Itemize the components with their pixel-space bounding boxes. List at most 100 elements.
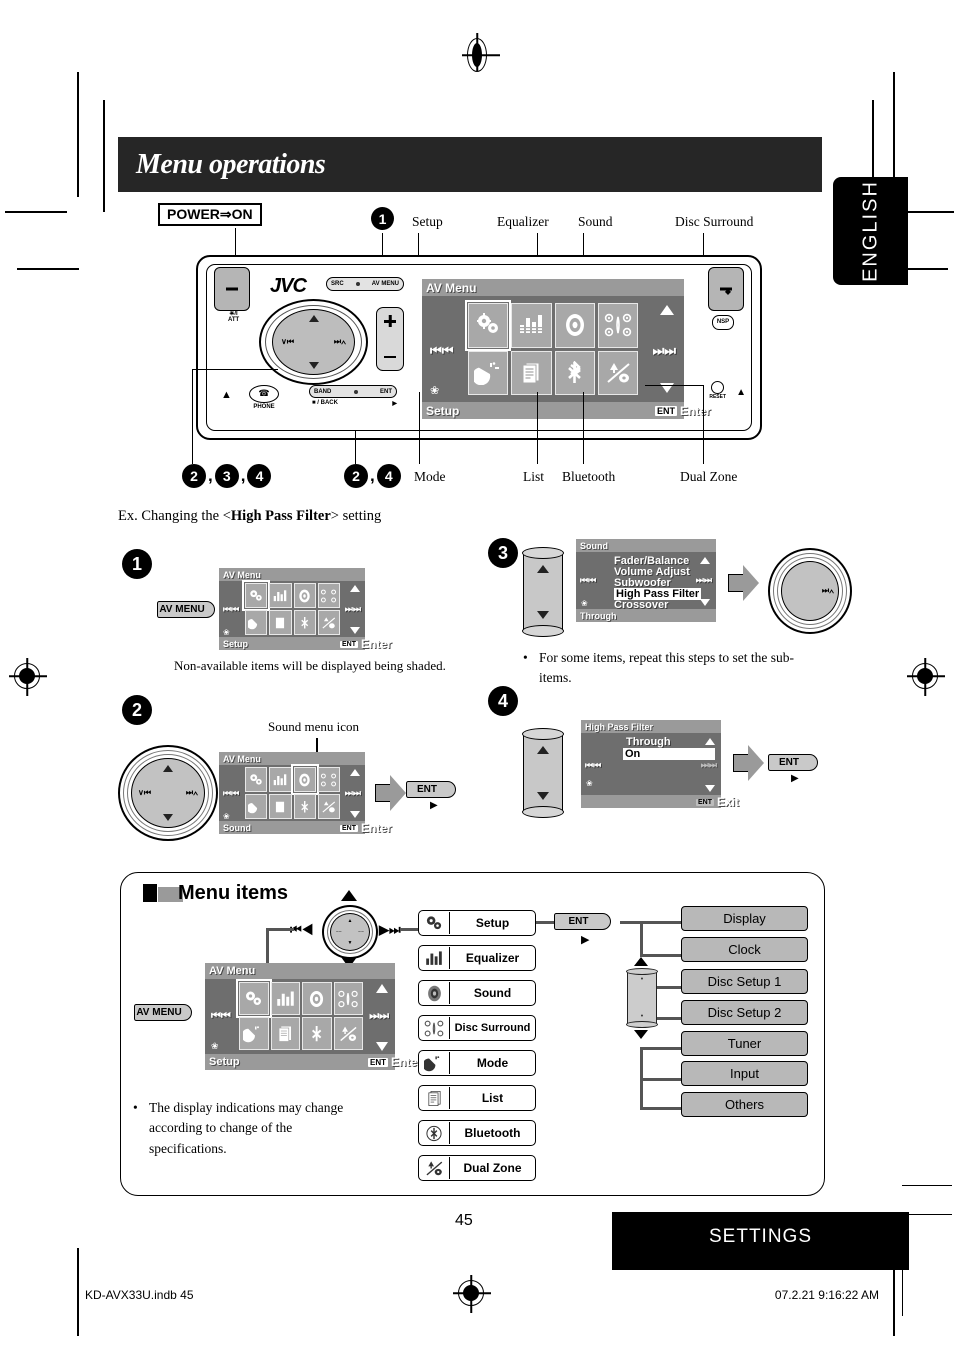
- src-avmenu-button[interactable]: SRC AV MENU: [326, 277, 404, 291]
- step2-ent-label: ENT: [417, 784, 437, 795]
- step1-icon-mode[interactable]: [245, 610, 268, 635]
- step4-ent-label: ENT: [779, 757, 799, 768]
- mi-icon-bluetooth[interactable]: [302, 1017, 332, 1050]
- step2-icon-equalizer[interactable]: [269, 767, 292, 792]
- menu-item-mode[interactable]: Mode: [418, 1050, 536, 1076]
- step4-item-1-selected[interactable]: On: [623, 748, 715, 760]
- mi-icon-sound[interactable]: [302, 982, 332, 1015]
- mi-icon-mode[interactable]: [239, 1017, 269, 1050]
- step3-cylinder-control[interactable]: [522, 547, 564, 637]
- menu-icon-disc-surround[interactable]: [597, 303, 638, 348]
- step2-icon-dual-zone[interactable]: [317, 794, 340, 819]
- submenu-input[interactable]: Input: [681, 1061, 808, 1086]
- step2-icon-bluetooth[interactable]: [293, 794, 316, 819]
- mi-icon-dual-zone[interactable]: [333, 1017, 363, 1050]
- submenu-disc-setup-2[interactable]: Disc Setup 2: [681, 1000, 808, 1025]
- rotary-knob[interactable]: ∨⏮ ⏭∧: [259, 299, 368, 385]
- up-nav-icon: [660, 305, 674, 315]
- volume-rocker[interactable]: [376, 307, 404, 371]
- menu-item-disc-surround[interactable]: Disc Surround: [418, 1015, 536, 1041]
- menu-icon-sound[interactable]: [554, 303, 595, 348]
- step2-ent-button[interactable]: ENT: [406, 781, 456, 798]
- step4-item-0[interactable]: Through: [626, 736, 671, 748]
- menu-item-dual-zone[interactable]: Dual Zone: [418, 1155, 536, 1181]
- mi-icon-disc-surround[interactable]: [333, 982, 363, 1015]
- menu-item-sound[interactable]: Sound: [418, 980, 536, 1006]
- mi-prev-icon: ⏮⏮: [211, 1010, 231, 1022]
- phone-button[interactable]: ☎ PHONE: [249, 385, 279, 410]
- step2-rotary-knob[interactable]: ∨⏮ ⏭∧: [118, 745, 218, 841]
- submenu-scroll-control[interactable]: • •: [626, 968, 658, 1028]
- menu-icon-setup[interactable]: [464, 300, 512, 351]
- bluetooth-indicator-icon: ❀: [430, 385, 440, 397]
- submenu-clock[interactable]: Clock: [681, 937, 808, 962]
- step-1-number: 1: [122, 549, 152, 579]
- menu-items-knob[interactable]: ▲ ▼ −− −−: [322, 905, 378, 959]
- leader-line-knob-v: [192, 369, 193, 464]
- connector-others: [640, 1107, 682, 1110]
- step-4-number: 4: [488, 686, 518, 716]
- submenu-disc-setup-1[interactable]: Disc Setup 1: [681, 969, 808, 994]
- step4-up-icon: [705, 738, 715, 745]
- step3-item-4[interactable]: Crossover: [614, 599, 668, 611]
- step1-icon-sound[interactable]: [293, 583, 316, 608]
- menu-icon-dual-zone[interactable]: [597, 350, 638, 395]
- mi-icon-list[interactable]: [270, 1017, 300, 1050]
- menu-items-avmenu-button[interactable]: AV MENU: [134, 1004, 192, 1021]
- nsp-button[interactable]: NSP: [712, 315, 734, 330]
- ent-label: ENT: [380, 388, 392, 395]
- menu-item-list[interactable]: List: [418, 1085, 536, 1111]
- connector-knob-to-screen-h: [266, 928, 294, 931]
- reset-button[interactable]: RESET: [709, 381, 726, 400]
- step1-icon-equalizer[interactable]: [269, 583, 292, 608]
- mode-icon: [419, 1052, 450, 1074]
- menu-icon-mode[interactable]: [468, 350, 509, 395]
- step4-down-arrow: [537, 792, 549, 800]
- mi-icon-setup[interactable]: [236, 979, 272, 1018]
- menu-icon-list[interactable]: [511, 350, 552, 395]
- power-on-label: POWER⇒ON: [158, 203, 262, 226]
- step3-rotary-knob[interactable]: ⏭∧: [768, 548, 852, 634]
- step2-icon-mode[interactable]: [245, 794, 268, 819]
- menu-item-bluetooth[interactable]: Bluetooth: [418, 1120, 536, 1146]
- menu-item-equalizer[interactable]: Equalizer: [418, 945, 536, 971]
- step4-prev-icon: ⏮⏮: [585, 760, 602, 770]
- leader-line-mode: [419, 392, 420, 464]
- step1-bt-icon: ❀: [223, 628, 230, 637]
- step1-icon-setup[interactable]: [241, 580, 271, 611]
- callout-markers-group-b: 2 , 4: [344, 464, 401, 488]
- menu-items-ent-button[interactable]: ENT: [554, 913, 611, 930]
- step4-bt-icon: ❀: [586, 779, 593, 788]
- eject-icon[interactable]: ▲: [221, 389, 232, 401]
- connector-disc1: [656, 986, 682, 989]
- play-glyph: ▶: [392, 401, 397, 407]
- band-ent-button[interactable]: BAND ENT: [309, 385, 397, 398]
- step2-icon-setup[interactable]: [245, 767, 268, 792]
- knob-right-dots: −−: [358, 929, 364, 935]
- step1-icon-list[interactable]: [269, 610, 292, 635]
- eject-icon-right[interactable]: ▲: [736, 387, 746, 398]
- connector-disc2: [656, 1017, 682, 1020]
- menu-icon-bluetooth[interactable]: [554, 350, 595, 395]
- band-label: BAND: [314, 388, 332, 395]
- comma-3: ,: [370, 466, 375, 485]
- step1-title-bar: AV Menu: [219, 568, 365, 581]
- menu-icon-equalizer[interactable]: [511, 303, 552, 348]
- mi-icon-equalizer[interactable]: [270, 982, 300, 1015]
- step1-icon-bluetooth[interactable]: [293, 610, 316, 635]
- step1-icon-dual-zone[interactable]: [317, 610, 340, 635]
- step4-ent-button[interactable]: ENT: [768, 754, 818, 771]
- submenu-display[interactable]: Display: [681, 906, 808, 931]
- step1-icon-disc-surround[interactable]: [317, 583, 340, 608]
- menu-item-setup[interactable]: Setup: [418, 910, 536, 936]
- step2-icon-sound[interactable]: [290, 764, 319, 795]
- step2-icon-disc-surround[interactable]: [317, 767, 340, 792]
- mi-next-icon: ⏭⏭: [369, 1010, 389, 1022]
- submenu-others[interactable]: Others: [681, 1092, 808, 1117]
- submenu-tuner[interactable]: Tuner: [681, 1031, 808, 1056]
- step2-icon-list[interactable]: [269, 794, 292, 819]
- step2-annotation: Sound menu icon: [268, 719, 359, 734]
- step1-avmenu-button[interactable]: AV MENU: [157, 601, 215, 618]
- power-button[interactable]: [214, 267, 250, 311]
- step4-cylinder-control[interactable]: [522, 728, 564, 818]
